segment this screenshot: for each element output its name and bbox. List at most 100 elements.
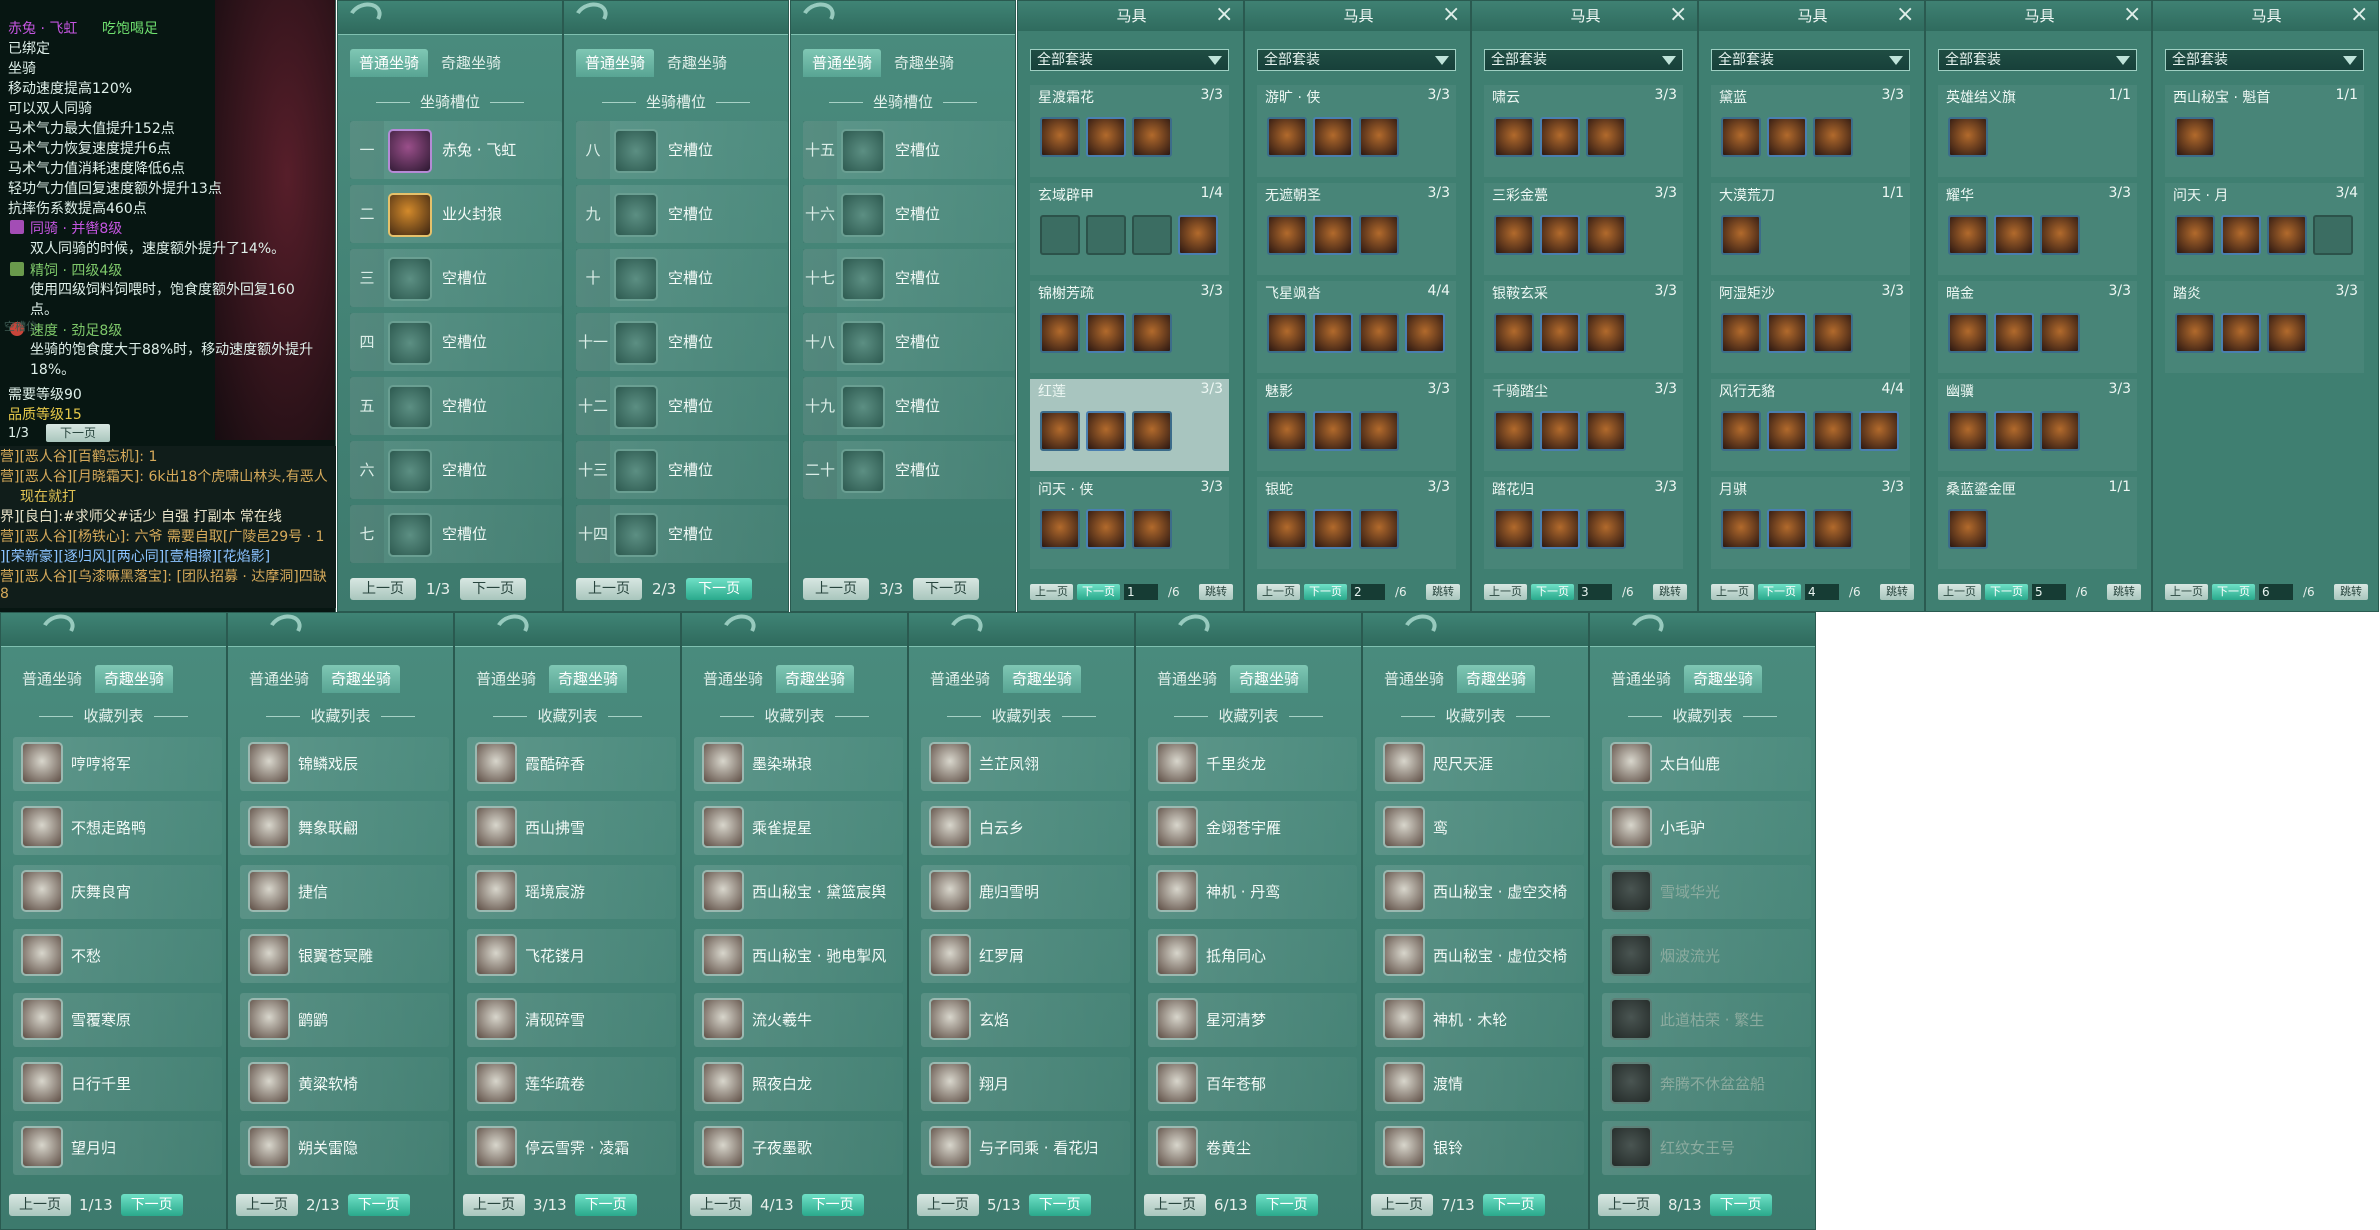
gear-item-icon[interactable] — [2267, 313, 2307, 353]
collection-item-row[interactable]: 西山秘宝 · 黛篮宸舆 — [694, 865, 903, 919]
set-filter-dropdown[interactable]: 全部套装 — [1484, 49, 1683, 71]
prev-page-button[interactable]: 上一页 — [1371, 1194, 1433, 1216]
collection-item-row[interactable]: 西山秘宝 · 驰电掣风 — [694, 929, 903, 983]
collection-item-row[interactable]: 此道枯荣 · 繁生 — [1602, 993, 1811, 1047]
next-page-button[interactable]: 下一页 — [2212, 584, 2255, 600]
jump-button[interactable]: 跳转 — [1653, 584, 1687, 600]
collection-item-row[interactable]: 星河清梦 — [1148, 993, 1357, 1047]
collection-item-row[interactable]: 庆舞良宵 — [13, 865, 222, 919]
gear-item-icon[interactable] — [1359, 313, 1399, 353]
gear-set-box[interactable]: 大漠荒刀 1/1 — [1711, 183, 1910, 275]
collection-item-row[interactable]: 不愁 — [13, 929, 222, 983]
prev-page-button[interactable]: 上一页 — [1484, 584, 1527, 600]
mount-slot-row[interactable]: 十七 空槽位 — [803, 249, 1015, 307]
gear-set-box[interactable]: 西山秘宝 · 魁首 1/1 — [2165, 85, 2364, 177]
gear-set-box[interactable]: 黛蓝 3/3 — [1711, 85, 1910, 177]
gear-item-icon[interactable] — [1040, 411, 1080, 451]
gear-item-icon[interactable] — [1313, 215, 1353, 255]
gear-item-icon[interactable] — [1721, 117, 1761, 157]
collection-item-row[interactable]: 日行千里 — [13, 1057, 222, 1111]
tab-normal-mount[interactable]: 普通坐骑 — [1602, 665, 1680, 693]
gear-item-icon[interactable] — [1813, 117, 1853, 157]
collection-item-row[interactable]: 翔月 — [921, 1057, 1130, 1111]
close-icon[interactable]: × — [1442, 4, 1462, 26]
collection-item-row[interactable]: 哼哼将军 — [13, 737, 222, 791]
gear-item-icon[interactable] — [1040, 509, 1080, 549]
gear-item-icon[interactable] — [1086, 313, 1126, 353]
gear-item-icon[interactable] — [1132, 411, 1172, 451]
tab-fancy-mount[interactable]: 奇趣坐骑 — [95, 665, 174, 693]
collection-item-row[interactable]: 西山拂雪 — [467, 801, 676, 855]
tab-normal-mount[interactable]: 普通坐骑 — [694, 665, 772, 693]
collection-item-row[interactable]: 神机 · 木轮 — [1375, 993, 1584, 1047]
gear-item-icon[interactable] — [1767, 313, 1807, 353]
gear-item-icon[interactable] — [1948, 215, 1988, 255]
gear-item-icon[interactable] — [1859, 411, 1899, 451]
gear-item-icon[interactable] — [2175, 215, 2215, 255]
close-icon[interactable]: × — [1896, 4, 1916, 26]
collection-item-row[interactable]: 锦鳞戏辰 — [240, 737, 449, 791]
mount-slot-row[interactable]: 十三 空槽位 — [576, 441, 788, 499]
gear-item-icon[interactable] — [1267, 313, 1307, 353]
mount-slot-row[interactable]: 十九 空槽位 — [803, 377, 1015, 435]
collection-item-row[interactable]: 莲华疏卷 — [467, 1057, 676, 1111]
collection-item-row[interactable]: 雪覆寒原 — [13, 993, 222, 1047]
tab-fancy-mount[interactable]: 奇趣坐骑 — [432, 49, 510, 77]
gear-set-box[interactable]: 三彩金甍 3/3 — [1484, 183, 1683, 275]
page-input[interactable]: 6 — [2259, 584, 2293, 600]
gear-item-icon[interactable] — [1813, 509, 1853, 549]
mount-slot-row[interactable]: 八 空槽位 — [576, 121, 788, 179]
mount-slot-row[interactable]: 五 空槽位 — [350, 377, 562, 435]
gear-item-icon[interactable] — [2267, 215, 2307, 255]
gear-item-icon[interactable] — [2040, 313, 2080, 353]
page-input[interactable]: 3 — [1578, 584, 1612, 600]
prev-page-button[interactable]: 上一页 — [9, 1194, 71, 1216]
collection-item-row[interactable]: 子夜墨歌 — [694, 1121, 903, 1175]
jump-button[interactable]: 跳转 — [2107, 584, 2141, 600]
gear-item-icon[interactable] — [1494, 117, 1534, 157]
collection-item-row[interactable]: 鹿归雪明 — [921, 865, 1130, 919]
mount-slot-row[interactable]: 七 空槽位 — [350, 505, 562, 563]
tab-normal-mount[interactable]: 普通坐骑 — [921, 665, 999, 693]
collection-item-row[interactable]: 红纹女王号 — [1602, 1121, 1811, 1175]
collection-item-row[interactable]: 烟波流光 — [1602, 929, 1811, 983]
collection-item-row[interactable]: 千里炎龙 — [1148, 737, 1357, 791]
gear-item-icon[interactable] — [1040, 313, 1080, 353]
gear-set-box[interactable]: 银鞍玄采 3/3 — [1484, 281, 1683, 373]
collection-item-row[interactable]: 神机 · 丹鸾 — [1148, 865, 1357, 919]
mount-slot-row[interactable]: 三 空槽位 — [350, 249, 562, 307]
gear-item-icon[interactable] — [2221, 313, 2261, 353]
gear-item-icon[interactable] — [1813, 313, 1853, 353]
gear-item-icon[interactable] — [1040, 117, 1080, 157]
gear-item-icon[interactable] — [1586, 117, 1626, 157]
gear-item-icon[interactable] — [1313, 117, 1353, 157]
gear-item-icon[interactable] — [2040, 411, 2080, 451]
gear-set-box[interactable]: 风行无貉 4/4 — [1711, 379, 1910, 471]
gear-item-icon[interactable] — [1313, 411, 1353, 451]
gear-item-icon[interactable] — [1540, 117, 1580, 157]
collection-item-row[interactable]: 红罗屑 — [921, 929, 1130, 983]
prev-page-button[interactable]: 上一页 — [1938, 584, 1981, 600]
mount-slot-row[interactable]: 十二 空槽位 — [576, 377, 788, 435]
collection-item-row[interactable]: 太白仙鹿 — [1602, 737, 1811, 791]
close-icon[interactable]: × — [1669, 4, 1689, 26]
prev-page-button[interactable]: 上一页 — [1144, 1194, 1206, 1216]
jump-button[interactable]: 跳转 — [1199, 584, 1233, 600]
gear-item-icon[interactable] — [1994, 313, 2034, 353]
close-icon[interactable]: × — [2123, 4, 2143, 26]
gear-item-icon[interactable] — [1586, 215, 1626, 255]
gear-item-icon[interactable] — [1178, 215, 1218, 255]
gear-item-icon[interactable] — [2221, 215, 2261, 255]
gear-item-icon[interactable] — [1494, 509, 1534, 549]
gear-set-box[interactable]: 玄域辟甲 1/4 — [1030, 183, 1229, 275]
collection-item-row[interactable]: 流火羲牛 — [694, 993, 903, 1047]
gear-item-icon[interactable] — [1586, 509, 1626, 549]
gear-item-icon[interactable] — [1405, 313, 1445, 353]
collection-item-row[interactable]: 金翊苍宇雁 — [1148, 801, 1357, 855]
gear-set-box[interactable]: 幽骥 3/3 — [1938, 379, 2137, 471]
jump-button[interactable]: 跳转 — [2334, 584, 2368, 600]
prev-page-button[interactable]: 上一页 — [1257, 584, 1300, 600]
page-input[interactable]: 5 — [2032, 584, 2066, 600]
mount-slot-row[interactable]: 九 空槽位 — [576, 185, 788, 243]
mount-slot-row[interactable]: 二 业火封狼 — [350, 185, 562, 243]
